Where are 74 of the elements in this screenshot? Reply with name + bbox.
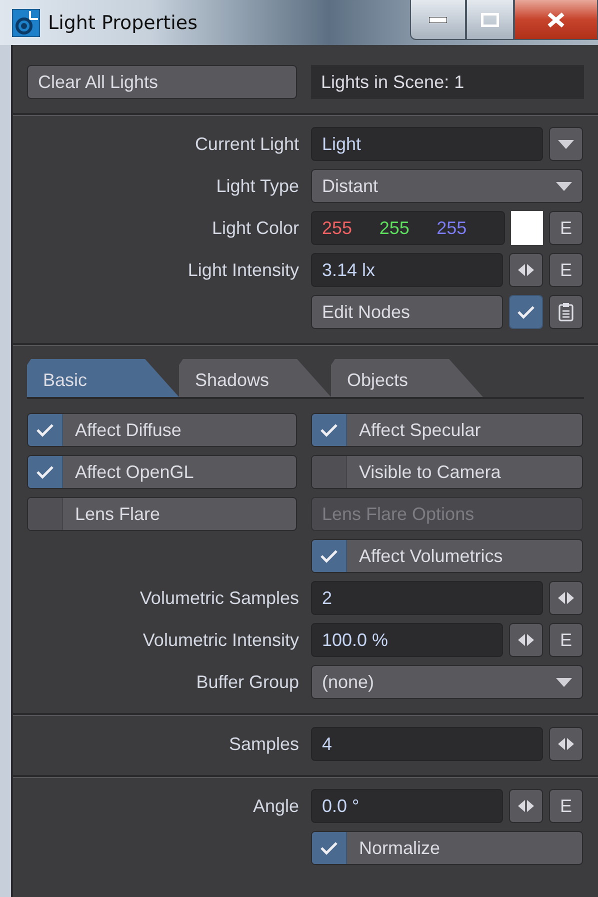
list-field[interactable]: Light xyxy=(311,127,543,161)
app-icon xyxy=(12,8,40,36)
maximize-button[interactable] xyxy=(466,0,514,40)
lights-count: Lights in Scene: 1 xyxy=(311,65,584,99)
checkbox[interactable] xyxy=(312,832,347,864)
toggle-button[interactable]: Affect OpenGL xyxy=(27,455,297,489)
toggle-button[interactable]: Affect Diffuse xyxy=(27,413,297,447)
spinner-arrows-icon xyxy=(558,738,574,750)
tab[interactable]: Shadows xyxy=(179,359,331,397)
toggle-button[interactable]: Visible to Camera xyxy=(311,455,583,489)
tab[interactable]: Basic xyxy=(27,359,179,397)
field-label: Buffer Group xyxy=(195,672,299,692)
spinner-button[interactable] xyxy=(509,253,543,287)
edit-nodes-button[interactable]: Edit Nodes xyxy=(311,295,503,329)
clipboard-icon xyxy=(558,302,574,322)
field-label: Volumetric Intensity xyxy=(142,630,299,650)
field-label: Volumetric Samples xyxy=(138,588,299,608)
dropdown-button[interactable] xyxy=(549,127,583,161)
toggle-button[interactable]: Affect Specular xyxy=(311,413,583,447)
dropdown[interactable]: (none) xyxy=(311,665,583,699)
maximize-icon xyxy=(481,12,499,26)
toggle-button[interactable]: Lens Flare xyxy=(27,497,297,531)
dropdown-arrow-icon xyxy=(556,182,572,190)
clear-all-lights-button[interactable]: Clear All Lights xyxy=(27,65,297,99)
spinner-button[interactable] xyxy=(509,789,543,823)
envelope-button[interactable]: E xyxy=(549,253,583,287)
spinner-arrows-icon xyxy=(518,800,534,812)
envelope-button[interactable]: E xyxy=(549,211,583,245)
spinner-button[interactable] xyxy=(509,623,543,657)
checkbox[interactable] xyxy=(28,456,63,488)
tab[interactable]: Objects xyxy=(331,359,483,397)
color-field[interactable]: 255 255 255 xyxy=(311,211,505,245)
checkbox[interactable] xyxy=(509,295,543,329)
field-label: Current Light xyxy=(194,134,299,154)
number-field[interactable]: 3.14 lx xyxy=(311,253,503,287)
dropdown[interactable]: Distant xyxy=(311,169,583,203)
checkbox[interactable] xyxy=(312,414,347,446)
check-icon xyxy=(36,423,54,437)
close-button[interactable] xyxy=(514,0,598,40)
number-field[interactable]: 100.0 % xyxy=(311,623,503,657)
spinner-button[interactable] xyxy=(549,727,583,761)
close-icon xyxy=(546,12,566,28)
field-label: Light Type xyxy=(215,176,299,196)
checkbox[interactable] xyxy=(28,498,63,530)
spinner-arrows-icon xyxy=(518,634,534,646)
number-field[interactable]: 2 xyxy=(311,581,543,615)
field-label: Light Color xyxy=(210,218,299,238)
toggle-button[interactable]: Normalize xyxy=(311,831,583,865)
checkbox[interactable] xyxy=(28,414,63,446)
check-icon xyxy=(517,305,535,319)
field-label: Samples xyxy=(228,734,299,754)
checkbox[interactable] xyxy=(312,456,347,488)
check-icon xyxy=(320,549,338,563)
window-title: Light Properties xyxy=(48,12,198,34)
number-field[interactable]: 0.0 ° xyxy=(311,789,503,823)
spinner-arrows-icon xyxy=(518,264,534,276)
checkbox[interactable] xyxy=(312,540,347,572)
spinner-arrows-icon xyxy=(558,592,574,604)
minimize-icon xyxy=(429,16,447,22)
dropdown-arrow-icon xyxy=(558,140,574,148)
envelope-button[interactable]: E xyxy=(549,789,583,823)
field-label: Light Intensity xyxy=(186,260,299,280)
number-field[interactable]: 4 xyxy=(311,727,543,761)
envelope-button[interactable]: E xyxy=(549,623,583,657)
check-icon xyxy=(320,841,338,855)
color-swatch[interactable] xyxy=(511,211,543,245)
dropdown-arrow-icon xyxy=(556,678,572,686)
spinner-button[interactable] xyxy=(549,581,583,615)
check-icon xyxy=(36,465,54,479)
clipboard-button[interactable] xyxy=(549,295,583,329)
toggle-button[interactable]: Affect Volumetrics xyxy=(311,539,583,573)
check-icon xyxy=(320,423,338,437)
field-label: Angle xyxy=(252,796,299,816)
minimize-button[interactable] xyxy=(410,0,466,40)
